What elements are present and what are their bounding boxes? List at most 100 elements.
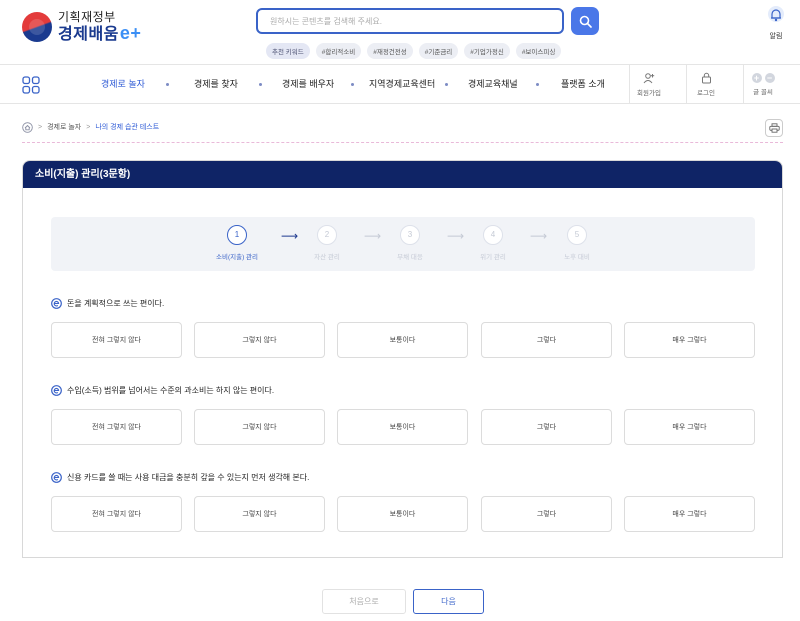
font-label: 글 꼴씨: [753, 88, 773, 96]
divider: [22, 142, 783, 143]
option-strongly-agree[interactable]: 매우 그렇다: [624, 322, 755, 358]
breadcrumb-item[interactable]: 경제로 놀자: [47, 122, 81, 132]
option-strongly-disagree[interactable]: 전혀 그렇지 않다: [51, 322, 182, 358]
answer-options-2: 전혀 그렇지 않다 그렇지 않다 보통이다 그렇다 매우 그렇다: [51, 409, 755, 445]
bell-icon: [768, 6, 784, 22]
arrow-right-icon: ⟶: [364, 229, 382, 243]
option-strongly-agree[interactable]: 매우 그렇다: [624, 409, 755, 445]
option-disagree[interactable]: 그렇지 않다: [194, 496, 325, 532]
step-progress: 1 소비(지출) 관리 ⟶ 2 자산 관리 ⟶ 3 부채 대응 ⟶ 4 위기 관…: [51, 217, 755, 271]
nav-item-find[interactable]: 경제를 찾자: [194, 65, 238, 103]
step-label: 노후 대비: [564, 254, 590, 261]
nav-item-regional-center[interactable]: 지역경제교육센터: [369, 65, 435, 103]
step-number: 5: [567, 225, 587, 245]
breadcrumb-separator: >: [38, 123, 43, 131]
step-3: 3 부채 대응: [380, 225, 440, 261]
step-number: 3: [400, 225, 420, 245]
print-button[interactable]: [765, 119, 783, 137]
option-neutral[interactable]: 보통이다: [337, 409, 468, 445]
option-disagree[interactable]: 그렇지 않다: [194, 322, 325, 358]
keyword-chip[interactable]: #보이스피싱: [515, 43, 562, 59]
lock-icon: [701, 72, 711, 83]
step-label: 소비(지출) 관리: [215, 254, 258, 261]
signup-label: 회원가입: [637, 89, 661, 97]
question-2: 수입(소득) 범위를 넘어서는 수준의 과소비는 하지 않는 편이다.: [51, 383, 274, 397]
home-icon[interactable]: [22, 121, 33, 133]
keyword-chip[interactable]: #기업가정신: [464, 43, 510, 59]
grid-menu-icon[interactable]: [22, 76, 40, 94]
option-agree[interactable]: 그렇다: [481, 322, 612, 358]
step-1: 1 소비(지출) 관리: [207, 225, 267, 261]
alarm-label: 알림: [769, 33, 783, 40]
step-label: 부채 대응: [397, 254, 423, 261]
option-agree[interactable]: 그렇다: [481, 409, 612, 445]
breadcrumb-current: 나의 경제 습관 테스트: [95, 124, 160, 131]
arrow-right-icon: ⟶: [530, 229, 548, 243]
keyword-chip[interactable]: #합리적소비: [315, 43, 362, 59]
nav-separator-dot: [166, 83, 169, 86]
nav-separator-dot: [259, 83, 262, 86]
step-label: 위기 관리: [480, 254, 506, 261]
font-decrease-button[interactable]: −: [764, 72, 775, 83]
question-1: 돈을 계획적으로 쓰는 편이다.: [51, 296, 164, 310]
search-input[interactable]: [270, 16, 550, 26]
signup-button[interactable]: 회원가입: [629, 65, 668, 103]
question-text: 수입(소득) 범위를 넘어서는 수준의 과소비는 하지 않는 편이다.: [67, 385, 275, 395]
quiz-panel: 소비(지출) 관리(3문항) 1 소비(지출) 관리 ⟶ 2 자산 관리 ⟶ 3…: [22, 160, 783, 558]
font-size-control: + − 글 꼴씨: [743, 65, 782, 103]
option-strongly-agree[interactable]: 매우 그렇다: [624, 496, 755, 532]
option-strongly-disagree[interactable]: 전혀 그렇지 않다: [51, 496, 182, 532]
nav-item-platform[interactable]: 플랫폼 소개: [561, 65, 605, 103]
search-icon: [579, 15, 592, 28]
site-logo[interactable]: 기획재정부 경제배움e+: [22, 8, 162, 46]
restart-button[interactable]: 처음으로: [322, 589, 406, 614]
person-add-icon: [643, 72, 655, 83]
breadcrumb-separator: >: [86, 123, 91, 131]
option-strongly-disagree[interactable]: 전혀 그렇지 않다: [51, 409, 182, 445]
option-agree[interactable]: 그렇다: [481, 496, 612, 532]
arrow-right-icon: ⟶: [281, 229, 299, 243]
main-nav: 경제로 놀자 경제를 찾자 경제를 배우자 지역경제교육센터 경제교육채널 플랫…: [0, 64, 800, 104]
keyword-chip[interactable]: #기준금리: [418, 43, 459, 59]
nav-item-learn[interactable]: 경제를 배우자: [282, 65, 334, 103]
alarm-button[interactable]: 알림: [763, 6, 789, 41]
logo-brand-suffix: e+: [119, 22, 142, 43]
logo-ministry-text: 기획재정부: [58, 9, 116, 24]
question-text: 돈을 계획적으로 쓰는 편이다.: [67, 298, 165, 308]
step-2: 2 자산 관리: [297, 225, 357, 261]
answer-options-3: 전혀 그렇지 않다 그렇지 않다 보통이다 그렇다 매우 그렇다: [51, 496, 755, 532]
search-button[interactable]: [571, 7, 599, 35]
step-number: 4: [483, 225, 503, 245]
step-number: 2: [317, 225, 337, 245]
step-5: 5 노후 대비: [547, 225, 607, 261]
login-button[interactable]: 로그인: [686, 65, 725, 103]
answer-options-1: 전혀 그렇지 않다 그렇지 않다 보통이다 그렇다 매우 그렇다: [51, 322, 755, 358]
option-disagree[interactable]: 그렇지 않다: [194, 409, 325, 445]
nav-item-play[interactable]: 경제로 놀자: [101, 65, 145, 103]
font-increase-button[interactable]: +: [751, 72, 762, 83]
step-label: 자산 관리: [314, 254, 340, 261]
emblem-logo-icon: [22, 12, 52, 42]
question-e-icon: [51, 471, 62, 483]
breadcrumb: > 경제로 놀자 > 나의 경제 습관 테스트: [22, 120, 159, 134]
question-text: 신용 카드를 쓸 때는 사용 대금을 충분히 갚을 수 있는지 먼저 생각해 본…: [67, 472, 310, 482]
keyword-chip[interactable]: #재정건전성: [367, 43, 413, 59]
question-e-icon: [51, 384, 62, 396]
question-3: 신용 카드를 쓸 때는 사용 대금을 충분히 갚을 수 있는지 먼저 생각해 본…: [51, 470, 309, 484]
logo-brand-text: 경제배움e+: [58, 22, 142, 43]
step-4: 4 위기 관리: [463, 225, 523, 261]
nav-separator-dot: [351, 83, 354, 86]
nav-item-channel[interactable]: 경제교육채널: [468, 65, 518, 103]
arrow-right-icon: ⟶: [447, 229, 465, 243]
step-number: 1: [227, 225, 247, 245]
question-e-icon: [51, 297, 62, 309]
nav-separator-dot: [445, 83, 448, 86]
login-label: 로그인: [697, 89, 715, 97]
next-button[interactable]: 다음: [413, 589, 484, 614]
search-box: [256, 8, 564, 34]
recommended-keywords: 추천 키워드 #합리적소비 #재정건전성 #기준금리 #기업가정신 #보이스피싱: [266, 43, 562, 59]
option-neutral[interactable]: 보통이다: [337, 322, 468, 358]
option-neutral[interactable]: 보통이다: [337, 496, 468, 532]
keywords-label: 추천 키워드: [266, 43, 310, 59]
printer-icon: [768, 123, 780, 133]
